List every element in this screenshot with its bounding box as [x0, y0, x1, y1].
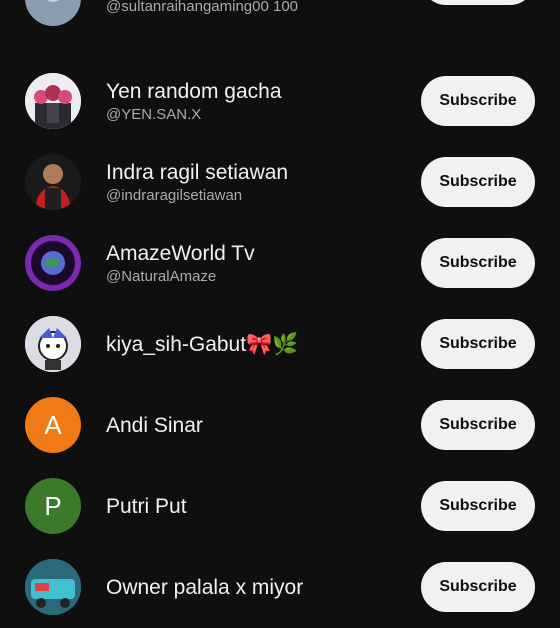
channel-handle: @indraragilsetiawan: [106, 186, 243, 204]
channel-list: @sultanraihangaming00 100 Subscribe Yen …: [0, 0, 560, 628]
subscribe-button[interactable]: Subscribe: [421, 238, 535, 288]
channel-name[interactable]: kiya_sih-Gabut🎀🌿: [106, 331, 406, 358]
subscribe-button[interactable]: Subscribe: [421, 319, 535, 369]
channel-avatar[interactable]: A: [25, 397, 81, 453]
subscribe-button[interactable]: Subscribe: [421, 481, 535, 531]
channel-texts: @sultanraihangaming00 100: [106, 0, 406, 47]
subscribe-button[interactable]: Subscribe: [421, 0, 535, 5]
channel-texts: Indra ragil setiawan @indraragilsetiawan: [106, 142, 406, 223]
channel-name[interactable]: Yen random gacha: [106, 79, 406, 105]
channel-texts: Putri Put: [106, 466, 406, 547]
channel-texts: Yen random gacha @YEN.SAN.X: [106, 61, 406, 142]
channel-row[interactable]: Indra ragil setiawan @indraragilsetiawan…: [0, 142, 560, 223]
channel-texts: Owner palala x miyor: [106, 547, 406, 628]
channel-row[interactable]: Yen random gacha @YEN.SAN.X Subscribe: [0, 61, 560, 142]
channel-avatar[interactable]: [25, 559, 81, 615]
channel-avatar[interactable]: [25, 154, 81, 210]
channel-avatar[interactable]: [25, 316, 81, 372]
channel-avatar[interactable]: [25, 73, 81, 129]
anime-group-avatar-icon: [25, 73, 81, 129]
channel-row[interactable]: A Andi Sinar Subscribe: [0, 385, 560, 466]
globe-logo-icon: [25, 235, 81, 291]
channel-row[interactable]: Owner palala x miyor Subscribe: [0, 547, 560, 628]
channel-texts: Andi Sinar: [106, 385, 406, 466]
subscribe-button[interactable]: Subscribe: [421, 400, 535, 450]
channel-avatar[interactable]: [25, 0, 81, 26]
avatar-letter: A: [44, 409, 62, 440]
subscribe-button[interactable]: Subscribe: [421, 76, 535, 126]
channel-name-emoji: 🎀🌿: [246, 332, 299, 356]
channel-texts: AmazeWorld Tv @NaturalAmaze: [106, 223, 406, 304]
channel-name[interactable]: Andi Sinar: [106, 413, 406, 439]
channel-name[interactable]: AmazeWorld Tv: [106, 241, 406, 267]
cartoon-character-avatar-icon: [25, 316, 81, 372]
vehicle-avatar-icon: [25, 559, 81, 615]
channel-texts: kiya_sih-Gabut🎀🌿: [106, 304, 406, 385]
channel-row[interactable]: kiya_sih-Gabut🎀🌿 Subscribe: [0, 304, 560, 385]
channel-row[interactable]: AmazeWorld Tv @NaturalAmaze Subscribe: [0, 223, 560, 304]
channel-handle: @NaturalAmaze: [106, 267, 217, 285]
channel-row[interactable]: P Putri Put Subscribe: [0, 466, 560, 547]
subscribe-button[interactable]: Subscribe: [421, 157, 535, 207]
channel-name-text: kiya_sih-Gabut: [106, 333, 247, 356]
channel-avatar[interactable]: [25, 235, 81, 291]
person-avatar-icon: [25, 154, 81, 210]
channel-name[interactable]: Indra ragil setiawan: [106, 160, 406, 186]
channel-avatar[interactable]: P: [25, 478, 81, 534]
channel-name[interactable]: Putri Put: [106, 494, 406, 520]
channel-row[interactable]: @sultanraihangaming00 100 Subscribe: [0, 0, 560, 61]
subscribe-button[interactable]: Subscribe: [421, 562, 535, 612]
channel-name[interactable]: Owner palala x miyor: [106, 575, 406, 601]
avatar-letter: P: [44, 490, 62, 521]
channel-handle: @sultanraihangaming00 100: [106, 0, 299, 15]
channel-handle: @YEN.SAN.X: [106, 105, 202, 123]
avatar-image-icon: [25, 0, 81, 26]
